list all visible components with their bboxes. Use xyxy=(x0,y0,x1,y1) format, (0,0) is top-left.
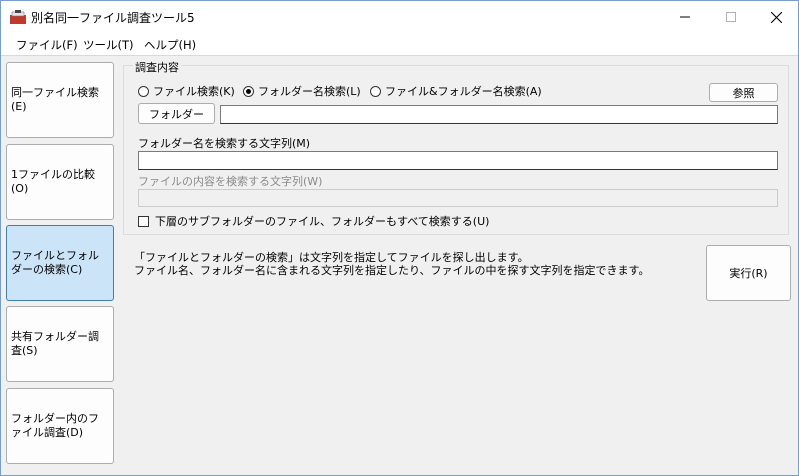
nav-file-folder-search[interactable]: ファイルとフォルダーの検索(C) xyxy=(6,225,114,301)
maximize-button[interactable] xyxy=(708,1,754,33)
name-search-label: フォルダー名を検索する文字列(M) xyxy=(138,137,311,150)
radio-folder-name-search[interactable]: フォルダー名検索(L) xyxy=(243,83,361,99)
radio-indicator xyxy=(138,85,149,97)
app-icon xyxy=(10,10,26,24)
nav-label: フォルダー内のファイル調査(D) xyxy=(11,412,99,439)
checkbox-indicator xyxy=(138,215,149,227)
name-search-input[interactable] xyxy=(138,151,778,170)
radio-file-folder-name-search[interactable]: ファイル&フォルダー名検索(A) xyxy=(370,83,542,99)
description-line-2: ファイル名、フォルダー名に含まれる文字列を指定したり、ファイルの中を探す文字列を… xyxy=(134,264,650,277)
folder-path-input[interactable] xyxy=(220,105,778,124)
nav-label: 1ファイルの比較(O) xyxy=(11,168,95,195)
menu-tools[interactable]: ツール(T) xyxy=(83,37,134,53)
folder-button[interactable]: フォルダー xyxy=(138,103,215,124)
close-button[interactable] xyxy=(753,1,798,33)
close-icon xyxy=(770,11,782,23)
menu-file[interactable]: ファイル(F) xyxy=(16,37,78,53)
run-button[interactable]: 実行(R) xyxy=(706,245,791,301)
nav-label: 共有フォルダー調査(S) xyxy=(11,330,99,357)
run-label: 実行(R) xyxy=(729,267,768,280)
subfolder-checkbox-label: 下層のサブフォルダーのファイル、フォルダーもすべて検索する(U) xyxy=(155,215,490,228)
window-title: 別名同一ファイル調査ツール5 xyxy=(31,11,195,25)
maximize-icon xyxy=(726,12,736,22)
radio-file-search[interactable]: ファイル検索(K) xyxy=(138,83,235,99)
app-window: 別名同一ファイル調査ツール5 ファイル(F) ツール(T) ヘルプ(H) 同一フ… xyxy=(0,0,799,476)
title-bar: 別名同一ファイル調査ツール5 xyxy=(1,1,798,33)
browse-label: 参照 xyxy=(732,86,755,100)
radio-label: フォルダー名検索(L) xyxy=(258,85,361,98)
content-search-label: ファイルの内容を検索する文字列(W) xyxy=(138,175,323,188)
group-title: 調査内容 xyxy=(133,59,181,75)
radio-indicator xyxy=(243,85,254,97)
nav-label: ファイルとフォルダーの検索(C) xyxy=(11,249,99,276)
nav-one-file-compare[interactable]: 1ファイルの比較(O) xyxy=(6,144,114,220)
minimize-button[interactable] xyxy=(662,1,708,33)
radio-label: ファイル検索(K) xyxy=(153,85,235,98)
browse-button[interactable]: 参照 xyxy=(709,83,778,102)
radio-indicator xyxy=(370,85,381,97)
menu-help[interactable]: ヘルプ(H) xyxy=(144,37,196,53)
folder-button-label: フォルダー xyxy=(149,107,204,121)
nav-folder-files-survey[interactable]: フォルダー内のファイル調査(D) xyxy=(6,388,114,464)
menu-bar: ファイル(F) ツール(T) ヘルプ(H) xyxy=(1,33,798,56)
description-text: 「ファイルとフォルダーの検索」は文字列を指定してファイルを探し出します。 ファイ… xyxy=(134,251,649,277)
minimize-icon xyxy=(680,16,690,18)
nav-same-file-search[interactable]: 同一ファイル検索(E) xyxy=(6,62,114,138)
subfolder-checkbox[interactable]: 下層のサブフォルダーのファイル、フォルダーもすべて検索する(U) xyxy=(138,213,489,229)
nav-label: 同一ファイル検索(E) xyxy=(11,86,99,113)
description-line-1: 「ファイルとフォルダーの検索」は文字列を指定してファイルを探し出します。 xyxy=(134,251,529,264)
radio-label: ファイル&フォルダー名検索(A) xyxy=(385,85,542,98)
nav-shared-folder-survey[interactable]: 共有フォルダー調査(S) xyxy=(6,306,114,382)
content-search-input[interactable] xyxy=(138,189,778,207)
